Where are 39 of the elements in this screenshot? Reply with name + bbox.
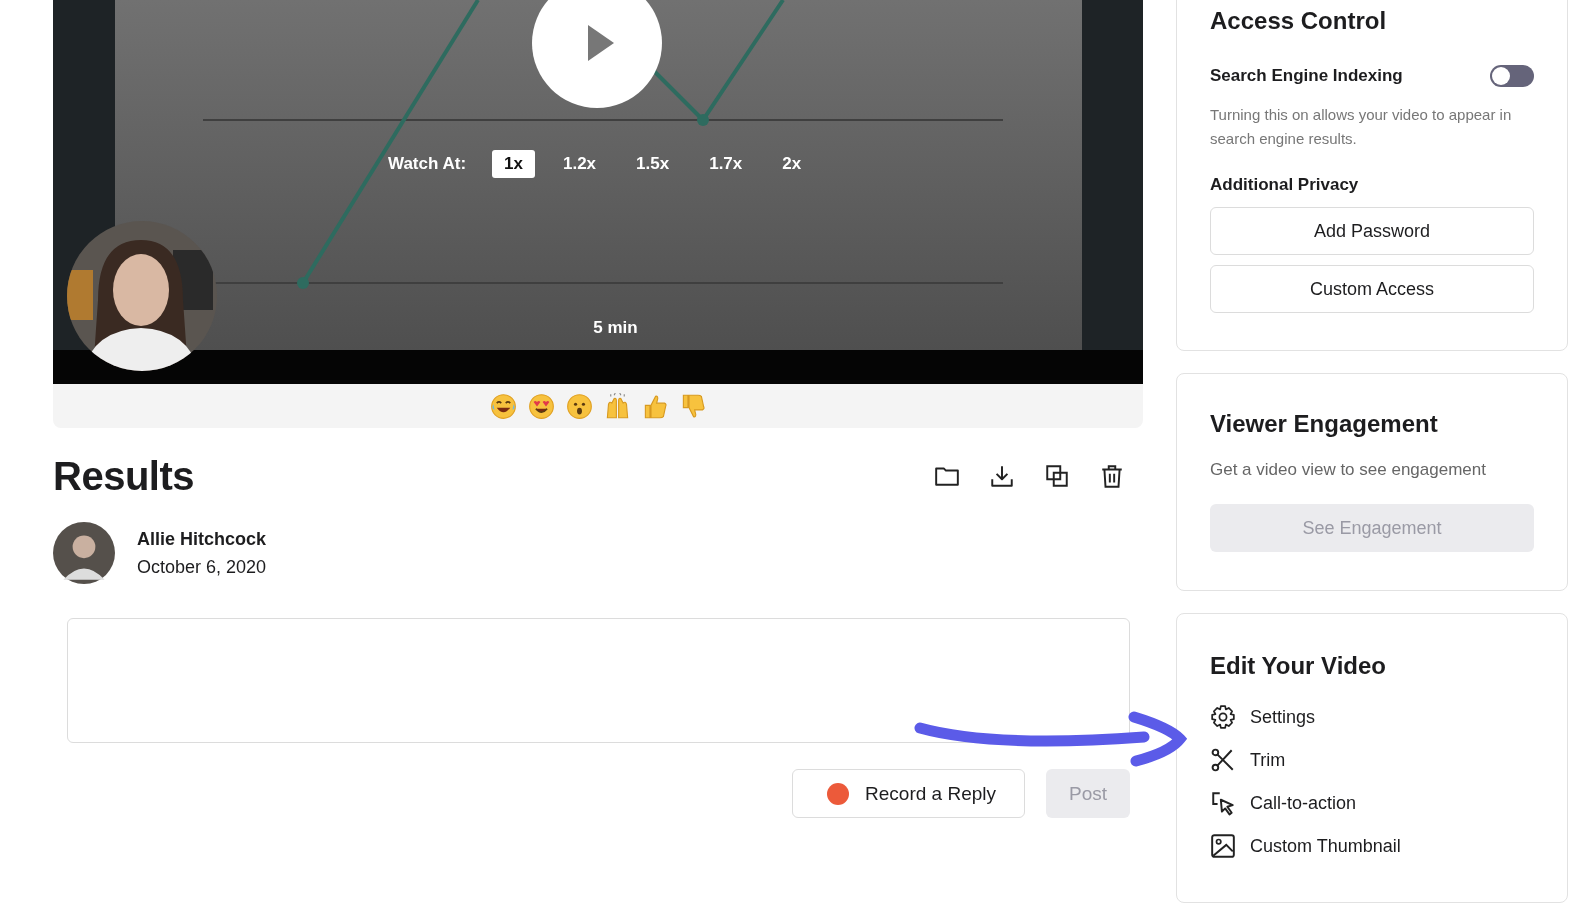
record-reply-button[interactable]: Record a Reply [792,769,1025,818]
cursor-click-icon [1210,790,1236,816]
indexing-hint: Turning this on allows your video to appear in search engine results. [1210,105,1513,149]
image-icon [1210,833,1236,859]
trash-icon[interactable] [1099,463,1125,489]
speed-option[interactable]: 1x [492,150,535,178]
edit-menu-item[interactable]: Trim [1210,745,1534,775]
edit-menu-item[interactable]: Custom Thumbnail [1210,831,1534,861]
engagement-text: Get a video view to see engagement [1210,460,1487,480]
card-title: Edit Your Video [1210,652,1388,680]
privacy-button[interactable]: Custom Access [1210,265,1534,313]
edit-menu-item[interactable]: Settings [1210,702,1534,732]
scissors-icon [1210,747,1236,773]
laughing-face-icon[interactable] [489,392,517,420]
card-title: Access Control [1210,7,1388,35]
video-duration: 5 min [592,318,639,338]
avatar [53,522,115,584]
author-name: Allie Hitchcock [137,528,267,550]
indexing-toggle[interactable] [1490,65,1534,87]
download-icon[interactable] [989,463,1015,489]
post-date: October 6, 2020 [137,556,267,578]
watch-at-label: Watch At: [388,154,467,174]
settings-icon [1210,704,1236,730]
privacy-button[interactable]: Add Password [1210,207,1534,255]
comment-field[interactable] [67,618,1130,743]
play-icon [586,23,616,63]
edit-menu-item[interactable]: Call-to-action [1210,788,1534,818]
copy-icon[interactable] [1044,463,1070,489]
speed-option[interactable]: 2x [770,150,814,178]
speed-option[interactable]: 1.5x [624,150,682,178]
results-title: Results [53,453,194,499]
privacy-heading: Additional Privacy [1210,175,1360,195]
indexing-label: Search Engine Indexing [1210,66,1403,86]
speed-option[interactable]: 1.7x [697,150,755,178]
record-dot-icon [827,782,850,805]
speed-option[interactable]: 1.2x [551,150,609,178]
surprised-face-icon[interactable] [565,392,593,420]
card-title: Viewer Engagement [1210,410,1439,438]
heart-eyes-face-icon[interactable] [527,392,555,420]
